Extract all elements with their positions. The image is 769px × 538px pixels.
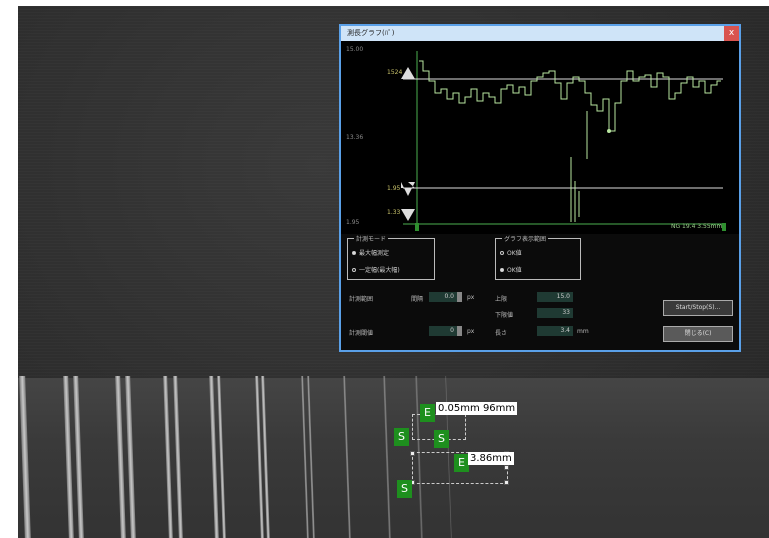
- radio-dot: [500, 267, 504, 272]
- threshold-input[interactable]: 0: [429, 326, 457, 336]
- lower-value: 33: [537, 308, 573, 318]
- y-label-mid: 13.36: [346, 134, 364, 141]
- interval-input[interactable]: 0.0: [429, 292, 457, 302]
- measurement-value-1-extra: 96mm: [482, 403, 516, 414]
- radio-fixed-width[interactable]: 一定幅(最大幅): [352, 265, 400, 274]
- marker-lower-value-1: 1.95: [387, 185, 401, 192]
- upper-marker-icon: [401, 67, 415, 79]
- end-tag-2[interactable]: E: [454, 454, 469, 472]
- bottom-marker-icon: [401, 209, 415, 221]
- start-tag-1[interactable]: S: [394, 428, 409, 446]
- measurement-label-1: 0.05mm 96mm: [436, 402, 518, 415]
- threshold-stepper[interactable]: [457, 326, 462, 336]
- graph-status: NG 19.4 3.55mm: [671, 223, 723, 230]
- unit-px-2: px: [467, 328, 475, 335]
- start-tag-3[interactable]: S: [397, 480, 412, 498]
- profile-series-line: [419, 60, 721, 132]
- resize-handle[interactable]: [410, 451, 415, 456]
- radio-max-width[interactable]: 最大幅測定: [352, 248, 389, 257]
- range-label: 計測範囲: [349, 296, 374, 303]
- y-label-top: 15.00: [346, 46, 364, 53]
- length-label: 長さ: [495, 330, 508, 337]
- interval-label: 間隔: [411, 296, 424, 303]
- radio-label: OK値: [507, 250, 522, 257]
- resize-handle[interactable]: [504, 480, 509, 485]
- radio-label: 最大幅測定: [359, 250, 390, 257]
- radio-ok-value-2[interactable]: OK値: [500, 265, 522, 274]
- close-icon[interactable]: x: [724, 26, 739, 41]
- resize-handle[interactable]: [504, 465, 509, 470]
- graph-range-group: グラフ表示範囲 OK値 OK値: [495, 234, 581, 280]
- radio-dot: [500, 250, 504, 255]
- unit-mm: mm: [577, 328, 589, 335]
- marker-upper-value: 1524: [387, 69, 403, 76]
- close-dialog-button[interactable]: 閉じる(C): [663, 326, 733, 342]
- marker-lower-value-2: 1.33: [387, 209, 401, 216]
- graph-range-title: グラフ表示範囲: [502, 234, 549, 243]
- settings-panel: 計測モード 最大幅測定 一定幅(最大幅) グラフ表示範囲 OK値 OK値 計測範…: [341, 234, 739, 350]
- radio-label: 一定幅(最大幅): [359, 267, 400, 274]
- upper-value: 15.0: [537, 292, 573, 302]
- measurement-value-1: 0.05mm: [438, 403, 480, 414]
- dialog-title: 測長グラフ(ﾊﾟ): [347, 29, 395, 37]
- measure-mode-title: 計測モード: [354, 234, 389, 243]
- start-stop-button[interactable]: Start/Stop(S)...: [663, 300, 733, 316]
- end-tag-1[interactable]: E: [420, 404, 435, 422]
- radio-dot: [352, 250, 356, 255]
- profile-point: [607, 129, 611, 133]
- unit-px-1: px: [467, 294, 475, 301]
- length-value: 3.4: [537, 326, 573, 336]
- measurement-graph-dialog[interactable]: 測長グラフ(ﾊﾟ) x 15.00 13.36 1.95 1524 1.95 1…: [339, 24, 741, 352]
- profile-graph[interactable]: 15.00 13.36 1.95 1524 1.95 1.33 NG 19.4 …: [341, 41, 739, 234]
- lower-marker-icon: [401, 182, 415, 196]
- radio-dot: [352, 267, 356, 272]
- scroll-right-handle[interactable]: [722, 223, 726, 231]
- upper-label: 上限: [495, 296, 508, 303]
- threshold-label: 計測閾値: [349, 330, 374, 337]
- dialog-titlebar[interactable]: 測長グラフ(ﾊﾟ) x: [341, 26, 739, 42]
- interval-stepper[interactable]: [457, 292, 462, 302]
- radio-label: OK値: [507, 267, 522, 274]
- y-label-bottom: 1.95: [346, 219, 360, 226]
- start-tag-2[interactable]: S: [434, 430, 449, 448]
- lower-label: 下限値: [495, 312, 514, 319]
- measure-mode-group: 計測モード 最大幅測定 一定幅(最大幅): [347, 234, 435, 280]
- radio-ok-value-1[interactable]: OK値: [500, 248, 522, 257]
- scroll-left-handle[interactable]: [415, 223, 419, 231]
- measurement-label-2: 3.86mm: [468, 452, 514, 465]
